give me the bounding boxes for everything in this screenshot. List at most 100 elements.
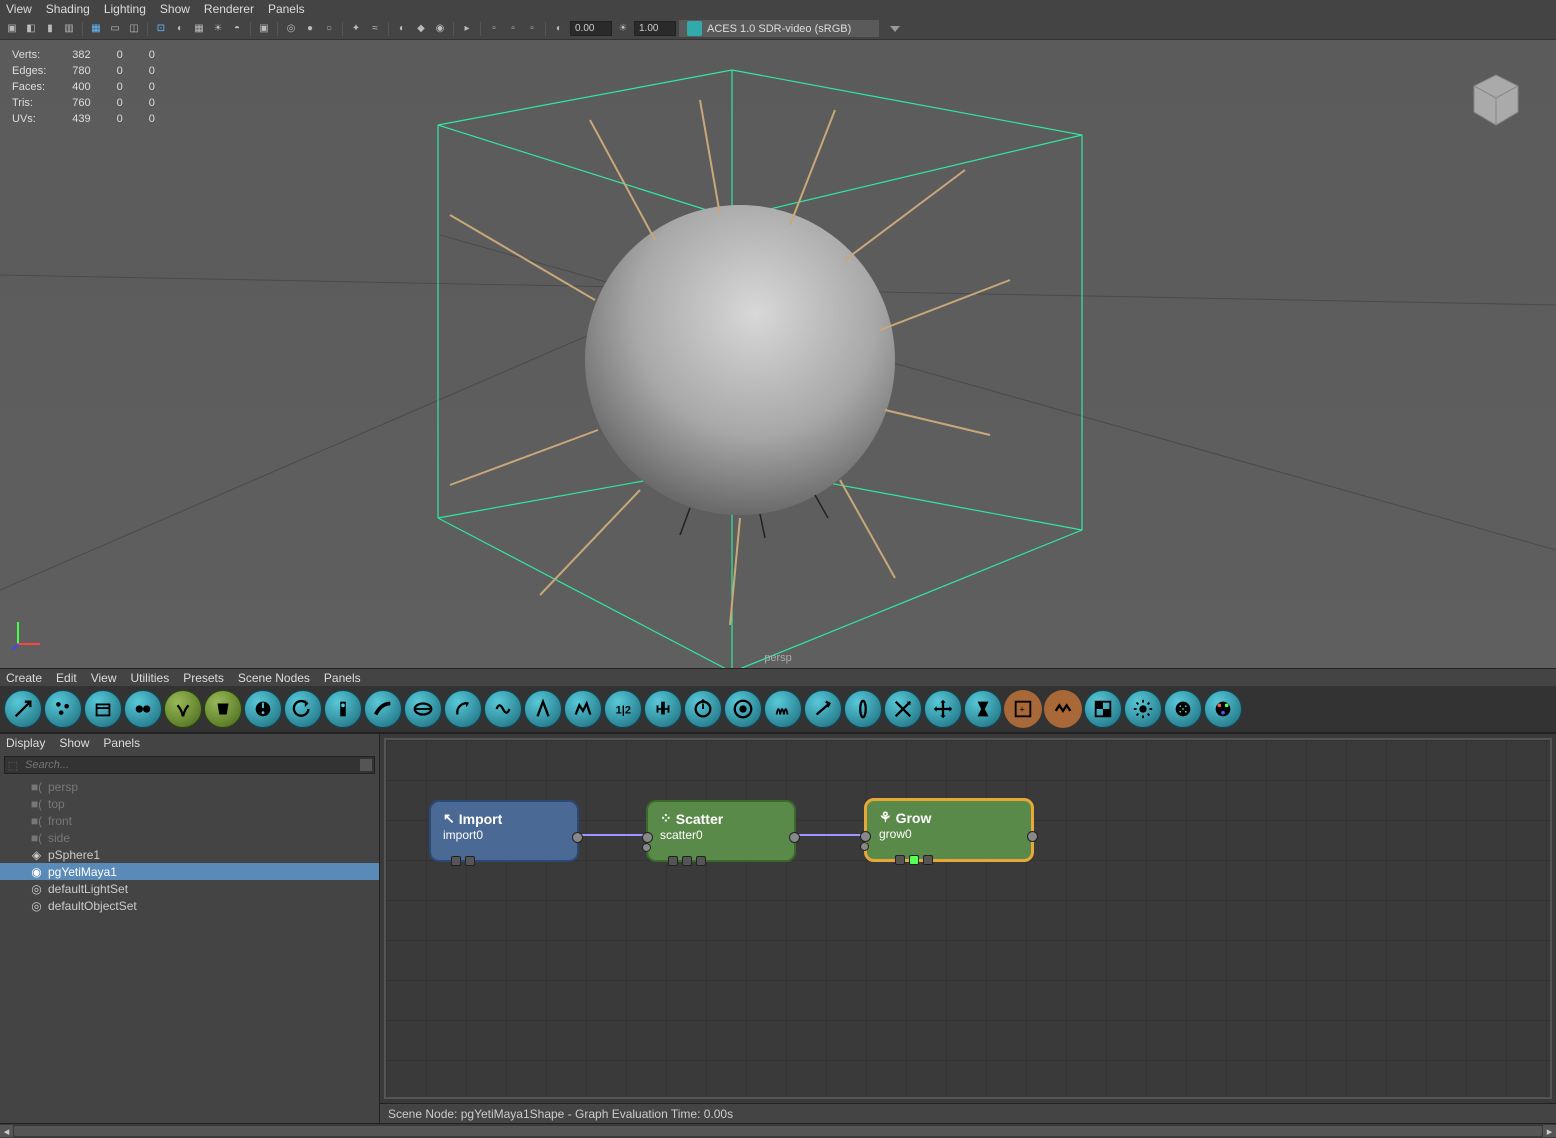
gamma-icon[interactable]: ◐ [551,21,567,37]
select-camera-icon[interactable]: ▣ [4,21,20,37]
port-out[interactable] [789,832,800,843]
search-input[interactable] [21,759,360,771]
node-cache-icon[interactable] [84,690,122,728]
port-out[interactable] [572,832,583,843]
outliner-item-pgYetiMaya1[interactable]: ◉pgYetiMaya1 [0,863,379,880]
outliner-item-front[interactable]: ■(front [0,812,379,829]
lights-icon[interactable]: ☀ [210,21,226,37]
menu-view[interactable]: View [6,2,32,16]
port-in[interactable] [860,831,871,842]
menu-display[interactable]: Display [6,736,45,750]
node-reference-icon[interactable] [324,690,362,728]
node-width-icon[interactable] [804,690,842,728]
menu-view2[interactable]: View [91,671,117,685]
port-bottom[interactable] [895,855,905,865]
port-bottom[interactable] [465,856,475,866]
menu-show[interactable]: Show [160,2,190,16]
textured-icon[interactable]: ▦ [191,21,207,37]
tool-1-icon[interactable]: ▫ [486,21,502,37]
outliner-item-top[interactable]: ■(top [0,795,379,812]
menu-panels2[interactable]: Panels [324,671,361,685]
menu-shading[interactable]: Shading [46,2,90,16]
node-fill-icon[interactable] [204,690,242,728]
menu-lighting[interactable]: Lighting [104,2,146,16]
outliner-item-side[interactable]: ■(side [0,829,379,846]
node-import-icon[interactable] [4,690,42,728]
node-light-icon[interactable] [1124,690,1162,728]
node-length-icon[interactable] [684,690,722,728]
node-shader-icon[interactable] [1204,690,1242,728]
xray-active-icon[interactable]: ○ [321,21,337,37]
menu-renderer[interactable]: Renderer [204,2,254,16]
menu-create[interactable]: Create [6,671,42,685]
node-import[interactable]: ↖Import import0 [429,800,579,862]
node-convert-icon[interactable] [284,690,322,728]
node-math-icon[interactable]: + [1004,690,1042,728]
menu-scene-nodes[interactable]: Scene Nodes [238,671,310,685]
colorspace-dropdown[interactable]: ACES 1.0 SDR-video (sRGB) [679,20,879,37]
node-blend-icon[interactable] [884,690,922,728]
menu-edit[interactable]: Edit [56,671,77,685]
node-transform-icon[interactable] [924,690,962,728]
bookmark-icon[interactable]: ◧ [23,21,39,37]
node-displacement-icon[interactable] [564,690,602,728]
scroll-right-icon[interactable]: ▸ [1543,1125,1556,1137]
image-plane-icon[interactable]: ▥ [61,21,77,37]
view-cube[interactable] [1466,70,1526,130]
shadows-icon[interactable]: ◓ [229,21,245,37]
node-switch-icon[interactable] [1044,690,1082,728]
node-clump-icon[interactable] [724,690,762,728]
node-texture-icon[interactable] [1084,690,1122,728]
node-bend-icon[interactable] [444,690,482,728]
node-scatter-icon[interactable] [44,690,82,728]
outliner-item-persp[interactable]: ■(persp [0,778,379,795]
menu-show2[interactable]: Show [59,736,89,750]
gamma-field[interactable] [570,21,612,36]
outliner-item-defaultLightSet[interactable]: ◎defaultLightSet [0,880,379,897]
shaded-icon[interactable]: ◐ [172,21,188,37]
wireframe-icon[interactable]: ⊡ [153,21,169,37]
port-bottom[interactable] [682,856,692,866]
grid-icon[interactable]: ▦ [88,21,104,37]
tool-2-icon[interactable]: ▫ [505,21,521,37]
node-guide-icon[interactable]: 1|2 [604,690,642,728]
node-groom-icon[interactable] [364,690,402,728]
scroll-thumb[interactable] [14,1126,1542,1136]
film-gate-icon[interactable]: ▭ [107,21,123,37]
port-in-2[interactable] [860,842,869,851]
exposure-icon[interactable]: ☀ [615,21,631,37]
port-bottom[interactable] [451,856,461,866]
xray-joints-icon[interactable]: ● [302,21,318,37]
menu-utilities[interactable]: Utilities [131,671,170,685]
node-curl-icon[interactable] [484,690,522,728]
motion-icon[interactable]: ≈ [367,21,383,37]
tool-3-icon[interactable]: ▫ [524,21,540,37]
scrollbar-horizontal[interactable]: ◂ ▸ [0,1123,1556,1138]
outliner-search[interactable]: ⬚ [4,756,375,774]
search-dropdown-icon[interactable] [360,759,372,771]
node-scatter[interactable]: ⁘Scatter scatter0 [646,800,796,862]
msaa-icon[interactable]: ◆ [413,21,429,37]
node-sampler-icon[interactable] [1164,690,1202,728]
camera-icon[interactable]: ▮ [42,21,58,37]
outliner-item-pSphere1[interactable]: ◈pSphere1 [0,846,379,863]
port-bottom[interactable] [696,856,706,866]
viewport-3d[interactable]: Verts:38200Edges:78000Faces:40000Tris:76… [0,40,1556,668]
dropdown-arrow-icon[interactable] [890,26,900,32]
node-instance-icon[interactable] [124,690,162,728]
node-direction-icon[interactable] [524,690,562,728]
ao-icon[interactable]: ◐ [394,21,410,37]
exposure-field[interactable] [634,21,676,36]
xray-icon[interactable]: ◎ [283,21,299,37]
gate-mask-icon[interactable]: ◫ [126,21,142,37]
menu-panels[interactable]: Panels [268,2,305,16]
node-group-icon[interactable] [964,690,1002,728]
expose-icon[interactable]: ✦ [348,21,364,37]
port-bottom[interactable] [923,855,933,865]
node-grow[interactable]: ⚘Grow grow0 [864,798,1034,862]
port-in[interactable] [642,832,653,843]
menu-presets[interactable]: Presets [183,671,224,685]
menu-panels3[interactable]: Panels [103,736,140,750]
node-shape-icon[interactable] [844,690,882,728]
outliner-item-defaultObjectSet[interactable]: ◎defaultObjectSet [0,897,379,914]
